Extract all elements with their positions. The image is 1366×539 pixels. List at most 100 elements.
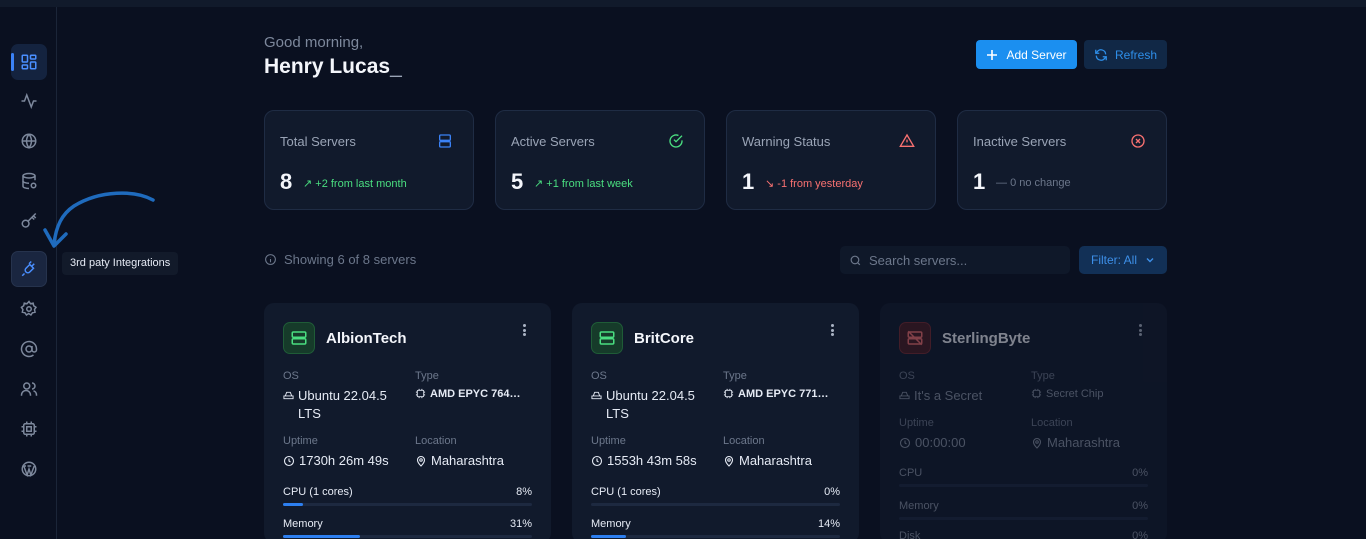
server-status-icon [899, 322, 931, 354]
type-label: Type [1031, 370, 1055, 382]
sidebar-item-email[interactable] [11, 331, 47, 367]
wordpress-icon [21, 461, 37, 478]
server-card[interactable]: SterlingByte OS It's a Secret Type Secre… [880, 303, 1167, 539]
server-off-icon [907, 330, 923, 346]
uptime-value: 00:00:00 [899, 434, 966, 452]
sidebar [0, 7, 57, 539]
add-server-button[interactable]: Add Server [976, 40, 1077, 69]
plus-icon [987, 49, 998, 60]
stat-label: Inactive Servers [973, 134, 1067, 149]
search-input[interactable] [869, 252, 1059, 268]
refresh-icon [1095, 48, 1107, 61]
page-title: Henry Lucas_ [264, 55, 402, 79]
dashboard-icon [21, 54, 37, 70]
stat-label: Total Servers [280, 134, 356, 149]
uptime-label: Uptime [899, 417, 934, 429]
hard-drive-icon [899, 391, 910, 400]
username: Henry Lucas [264, 55, 391, 78]
location-label: Location [723, 435, 765, 447]
more-options-icon[interactable] [827, 322, 837, 338]
top-bar [0, 0, 1366, 7]
hard-drive-icon [591, 391, 602, 400]
type-label: Type [723, 370, 747, 382]
server-name: BritCore [634, 330, 695, 347]
x-circle-icon [1131, 134, 1145, 148]
stat-value: 8 [280, 169, 293, 194]
filter-label: Filter: All [1090, 253, 1137, 267]
cpu-value: 0% [824, 486, 840, 498]
location-value: Maharashtra [1031, 434, 1120, 452]
stat-card-total-servers: Total Servers 8 ↗ +2 from last month [264, 110, 474, 210]
sidebar-item-dashboard[interactable] [11, 44, 47, 80]
server-name: AlbionTech [326, 330, 407, 347]
typing-cursor: _ [390, 55, 402, 78]
info-icon [265, 254, 276, 265]
greeting: Good morning, [264, 34, 364, 51]
more-options-icon[interactable] [519, 322, 529, 338]
stat-trend: — 0 no change [996, 177, 1071, 189]
clock-icon [283, 455, 295, 467]
trend-up-icon: ↗ [534, 178, 544, 190]
stat-trend: ↗ +1 from last week [534, 178, 633, 190]
stat-value: 1 [973, 169, 986, 194]
server-status-icon [283, 322, 315, 354]
server-count-text: Showing 6 of 8 servers [284, 252, 417, 267]
sidebar-item-hardware[interactable] [11, 411, 47, 447]
cpu-bar [899, 484, 1148, 487]
uptime-value: 1553h 43m 58s [591, 452, 697, 470]
sidebar-item-globe[interactable] [11, 123, 47, 159]
clock-icon [899, 437, 911, 449]
server-icon [439, 134, 451, 148]
stat-value: 5 [511, 169, 524, 194]
memory-value: 0% [1132, 500, 1148, 512]
globe-icon [21, 133, 37, 149]
cpu-label: CPU [899, 467, 923, 479]
memory-bar [899, 517, 1148, 520]
os-label: OS [283, 370, 299, 382]
location-value: Maharashtra [723, 452, 812, 470]
os-label: OS [591, 370, 607, 382]
stat-card-active-servers: Active Servers 5 ↗ +1 from last week [495, 110, 705, 210]
chip-icon [415, 388, 426, 399]
stat-trend: ↗ +2 from last month [303, 178, 407, 190]
trend-up-icon: ↗ [303, 178, 313, 190]
server-count-info: Showing 6 of 8 servers [264, 252, 416, 267]
server-card[interactable]: BritCore OS Ubuntu 22.04.5 LTS Type AMD … [572, 303, 859, 539]
os-value: Ubuntu 22.04.5 LTS [283, 387, 393, 423]
map-pin-icon [1032, 437, 1042, 449]
type-value: AMD EPYC 771… [723, 385, 828, 403]
map-pin-icon [724, 455, 734, 467]
location-label: Location [415, 435, 457, 447]
os-label: OS [899, 370, 915, 382]
trend-flat-icon: — [996, 177, 1007, 189]
refresh-button[interactable]: Refresh [1084, 40, 1167, 69]
type-value: Secret Chip [1031, 385, 1103, 403]
chip-icon [723, 388, 734, 399]
users-icon [20, 382, 38, 396]
stat-label: Warning Status [742, 134, 831, 149]
filter-dropdown[interactable]: Filter: All [1079, 246, 1167, 274]
location-label: Location [1031, 417, 1073, 429]
disk-value: 0% [1132, 530, 1148, 539]
sidebar-item-settings[interactable] [11, 291, 47, 327]
curved-arrow-annotation [43, 191, 155, 248]
sidebar-item-wordpress[interactable] [11, 451, 47, 487]
add-server-label: Add Server [1006, 47, 1067, 62]
type-value: AMD EPYC 764… [415, 385, 520, 403]
memory-label: Memory [899, 500, 939, 512]
stat-trend: ↘ -1 from yesterday [765, 178, 863, 190]
memory-value: 14% [817, 518, 840, 530]
sidebar-item-users[interactable] [11, 371, 47, 407]
server-card[interactable]: AlbionTech OS Ubuntu 22.04.5 LTS Type AM… [264, 303, 551, 539]
memory-bar [283, 535, 532, 538]
server-icon [291, 331, 307, 345]
refresh-label: Refresh [1114, 47, 1158, 62]
cpu-icon [21, 421, 37, 437]
stat-card-inactive-servers: Inactive Servers 1 — 0 no change [957, 110, 1167, 210]
sidebar-item-activity[interactable] [11, 83, 47, 119]
map-pin-icon [416, 455, 426, 467]
cpu-value: 8% [516, 486, 532, 498]
cpu-label: CPU (1 cores) [283, 486, 353, 498]
settings-icon [20, 300, 38, 317]
more-options-icon[interactable] [1135, 322, 1145, 338]
